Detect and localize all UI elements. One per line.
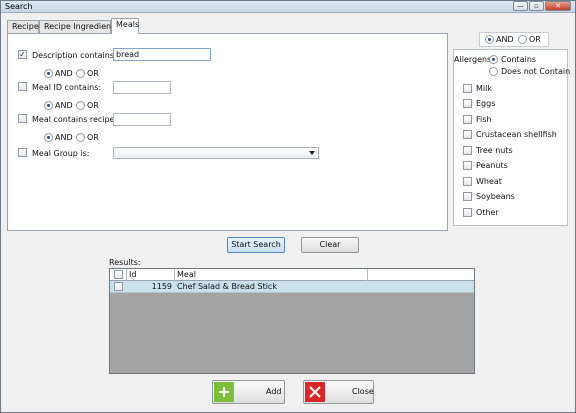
meal-id-checkbox[interactable] [18, 82, 27, 91]
allergen-and-radio[interactable] [485, 35, 494, 44]
allergen-wheat-checkbox[interactable] [463, 177, 472, 186]
allergens-label: Allergens [454, 55, 492, 64]
column-header-id[interactable]: Id [129, 270, 136, 279]
description-or-radio[interactable] [76, 69, 85, 78]
allergen-other-checkbox[interactable] [463, 208, 472, 217]
allergen-or-radio[interactable] [518, 35, 527, 44]
recipe-id-checkbox[interactable] [18, 114, 27, 123]
meal-group-checkbox[interactable] [18, 148, 27, 157]
start-search-button[interactable]: Start Search [227, 237, 285, 253]
description-and-radio[interactable] [44, 69, 53, 78]
meal-id-and-label: AND [55, 101, 73, 110]
close-button-label: Close [352, 387, 374, 396]
recipe-id-input[interactable] [113, 113, 171, 126]
allergen-eggs-checkbox[interactable] [463, 99, 472, 108]
allergen-and-label: AND [496, 35, 514, 44]
allergen-eggs-label: Eggs [476, 99, 496, 108]
table-row[interactable]: 1159 Chef Salad & Bread Stick [110, 281, 474, 293]
tab-meals[interactable]: Meals [111, 18, 139, 34]
allergen-other-label: Other [476, 208, 499, 217]
results-grid: Id Meal 1159 Chef Salad & Bread Stick [109, 268, 475, 374]
allergen-peanuts-label: Peanuts [476, 161, 508, 170]
allergen-tree-nuts-label: Tree nuts [476, 146, 513, 155]
recipe-id-and-label: AND [55, 133, 73, 142]
row-checkbox[interactable] [114, 282, 123, 291]
description-and-label: AND [55, 69, 73, 78]
column-header-meal[interactable]: Meal [177, 270, 196, 279]
row-id: 1159 [151, 282, 172, 291]
column-divider [126, 269, 127, 281]
allergen-panel: Allergens Contains Does not Contain Milk… [453, 49, 571, 226]
allergen-fish-label: Fish [476, 115, 492, 124]
chevron-down-icon [309, 151, 315, 155]
tab-recipe[interactable]: Recipe [7, 20, 39, 33]
results-label: Results: [109, 258, 141, 267]
recipe-id-and-radio[interactable] [44, 133, 53, 142]
close-button[interactable]: Close [303, 380, 374, 404]
allergen-wheat-label: Wheat [476, 177, 502, 186]
description-label: Description contains: [32, 51, 117, 60]
search-window: Search — ▫ ✕ Recipe Recipe Ingredient Me… [0, 0, 576, 413]
add-button-label: Add [266, 387, 282, 396]
column-divider [367, 269, 368, 281]
allergen-contains-radio[interactable] [489, 55, 498, 64]
meal-id-input[interactable] [113, 81, 171, 94]
description-input[interactable]: bread [113, 48, 211, 61]
plus-icon [214, 382, 234, 402]
minimize-button[interactable]: — [513, 1, 528, 11]
meal-group-label: Meal Group is: [32, 149, 90, 158]
allergen-milk-checkbox[interactable] [463, 84, 472, 93]
allergen-not-contains-radio[interactable] [489, 67, 498, 76]
allergen-fish-checkbox[interactable] [463, 115, 472, 124]
recipe-id-or-radio[interactable] [76, 133, 85, 142]
row-meal: Chef Salad & Bread Stick [177, 282, 277, 291]
allergen-tree-nuts-checkbox[interactable] [463, 146, 472, 155]
tab-recipe-ingredient[interactable]: Recipe Ingredient [39, 20, 114, 33]
window-title: Search [5, 2, 33, 11]
column-divider [174, 269, 175, 281]
allergen-peanuts-checkbox[interactable] [463, 161, 472, 170]
description-checkbox[interactable]: ✓ [18, 50, 27, 59]
close-icon [305, 382, 325, 402]
results-header: Id Meal [110, 269, 474, 281]
maximize-button[interactable]: ▫ [529, 1, 544, 11]
allergen-contains-label: Contains [501, 55, 537, 64]
meal-id-and-radio[interactable] [44, 101, 53, 110]
allergen-or-label: OR [529, 35, 541, 44]
allergen-milk-label: Milk [476, 84, 492, 93]
meal-id-or-radio[interactable] [76, 101, 85, 110]
meal-id-or-label: OR [87, 101, 99, 110]
add-button[interactable]: Add [212, 380, 285, 404]
title-bar: Search — ▫ ✕ [1, 1, 575, 13]
allergen-not-contains-label: Does not Contain [501, 67, 571, 76]
allergen-logic-group: AND OR [479, 32, 549, 47]
description-or-label: OR [87, 69, 99, 78]
allergen-soybeans-label: Soybeans [476, 192, 515, 201]
recipe-id-or-label: OR [87, 133, 99, 142]
meal-id-label: Meal ID contains: [32, 83, 102, 92]
allergen-shellfish-checkbox[interactable] [463, 130, 472, 139]
meal-group-select[interactable] [113, 147, 319, 159]
select-all-checkbox[interactable] [114, 270, 123, 279]
meals-search-panel: ✓ Description contains: bread AND OR Mea… [7, 33, 448, 231]
allergen-shellfish-label: Crustacean shellfish [476, 130, 557, 139]
clear-button[interactable]: Clear [301, 237, 359, 253]
close-window-button[interactable]: ✕ [545, 1, 571, 11]
allergen-soybeans-checkbox[interactable] [463, 192, 472, 201]
